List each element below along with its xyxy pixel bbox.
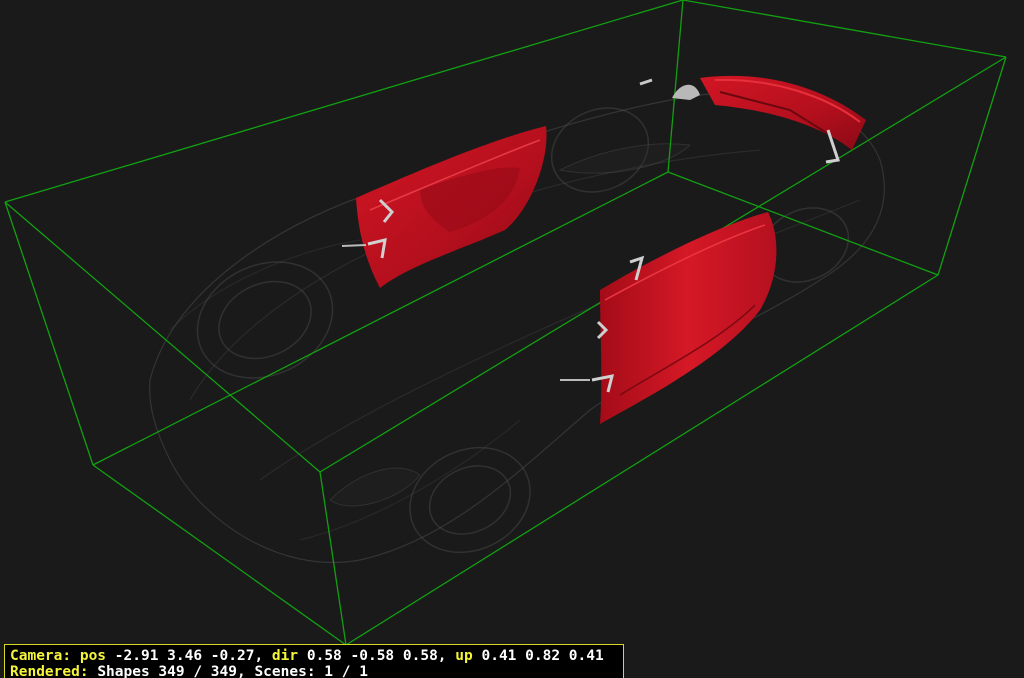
right-door-part[interactable] <box>560 212 777 424</box>
up-value: 0.41 0.82 0.41 <box>481 648 604 664</box>
dir-value: 0.58 -0.58 0.58, <box>306 648 447 664</box>
camera-label: Camera: <box>10 648 72 664</box>
left-door-part[interactable] <box>341 126 547 288</box>
3d-viewport[interactable]: Camera: pos -2.91 3.46 -0.27, dir 0.58 -… <box>0 0 1024 678</box>
rendered-status-line: Rendered: Shapes 349 / 349, Scenes: 1 / … <box>10 664 623 678</box>
camera-status-overlay: Camera: pos -2.91 3.46 -0.27, dir 0.58 -… <box>4 644 624 678</box>
pos-value: -2.91 3.46 -0.27, <box>114 648 264 664</box>
dir-label: dir <box>271 648 299 664</box>
rendered-label: Rendered: <box>10 664 89 678</box>
camera-status-line: Camera: pos -2.91 3.46 -0.27, dir 0.58 -… <box>10 648 623 664</box>
rendered-value: Shapes 349 / 349, Scenes: 1 / 1 <box>97 664 368 678</box>
scene-canvas[interactable] <box>0 0 1024 678</box>
up-label: up <box>455 648 473 664</box>
bounding-box <box>4 0 1007 646</box>
pos-label: pos <box>79 648 107 664</box>
